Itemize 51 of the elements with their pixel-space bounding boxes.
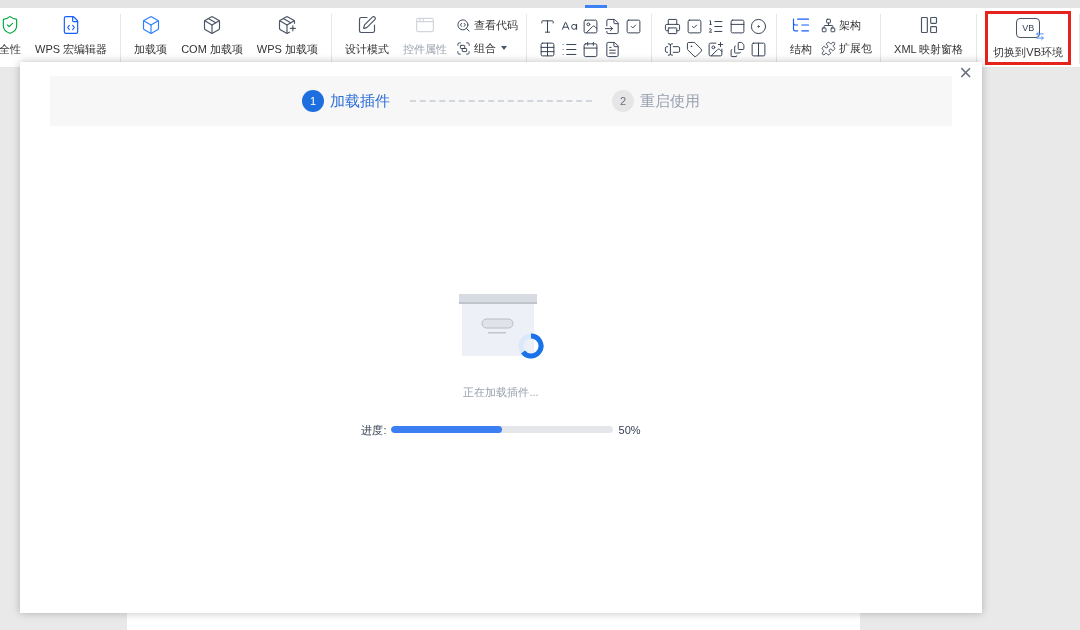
puzzle-icon [821,40,837,56]
cube-icon [140,15,161,35]
step-number: 2 [612,90,634,112]
tab-indicator [585,5,607,8]
table-icon[interactable] [539,41,556,58]
toolbar-button[interactable]: XML 映射窗格 [889,11,969,65]
toolbar-button[interactable]: VB 切换到VB环境 [985,11,1071,65]
step-label: 重启使用 [640,90,700,111]
step-number: 1 [302,90,324,112]
toolbar-button[interactable]: 组合 [456,39,518,57]
vb-switch-icon: VB [1016,18,1041,38]
step-label: 加载插件 [330,90,390,111]
list-icon[interactable] [560,41,578,58]
panel-icon [918,15,939,35]
shield-icon [0,15,20,35]
text-icon[interactable] [539,18,556,35]
toolbar-button[interactable]: 全性 [0,11,26,65]
panel-icon[interactable] [728,18,746,35]
toolbar-button[interactable]: 架构 [821,16,873,34]
image-icon[interactable] [707,41,725,58]
list-icon[interactable] [707,18,725,35]
toolbar-button[interactable]: 结构 [785,11,818,65]
progress-reading: 50% [618,422,641,438]
search-code-icon [456,17,471,33]
document-icon[interactable] [603,41,621,58]
image-icon[interactable] [582,18,600,35]
tag-icon[interactable] [685,41,703,58]
toolbar-button[interactable]: WPS 加载项 [251,11,323,65]
window-icon [415,15,435,35]
caret-icon [501,46,507,50]
toolbar-button[interactable]: WPS 宏编辑器 [30,11,113,65]
toolbar-button[interactable]: 扩展包 [821,39,873,57]
toolbar-button[interactable]: 加载项 [129,11,173,65]
file-icon[interactable] [603,18,621,35]
radio-icon[interactable] [750,18,768,35]
group-icon [456,40,471,56]
pages-icon[interactable] [728,41,746,58]
status-text: 正在加载插件... [463,385,539,400]
calendar-icon[interactable] [582,41,600,58]
close-button[interactable]: × [959,62,972,84]
checkbox-icon[interactable] [685,18,703,35]
toolbar-button[interactable]: 查看代码 [456,16,518,34]
toolbar-button[interactable]: 设计模式 [340,11,394,65]
progress-label: 进度: [361,422,387,438]
pen-square-icon [357,15,377,35]
network-icon [821,17,837,33]
text-field-icon[interactable] [664,41,681,58]
cube-icon [277,15,298,35]
checkbox-icon[interactable] [625,18,643,35]
toolbar-button[interactable]: COM 加载项 [176,11,248,65]
columns-icon[interactable] [750,41,768,58]
